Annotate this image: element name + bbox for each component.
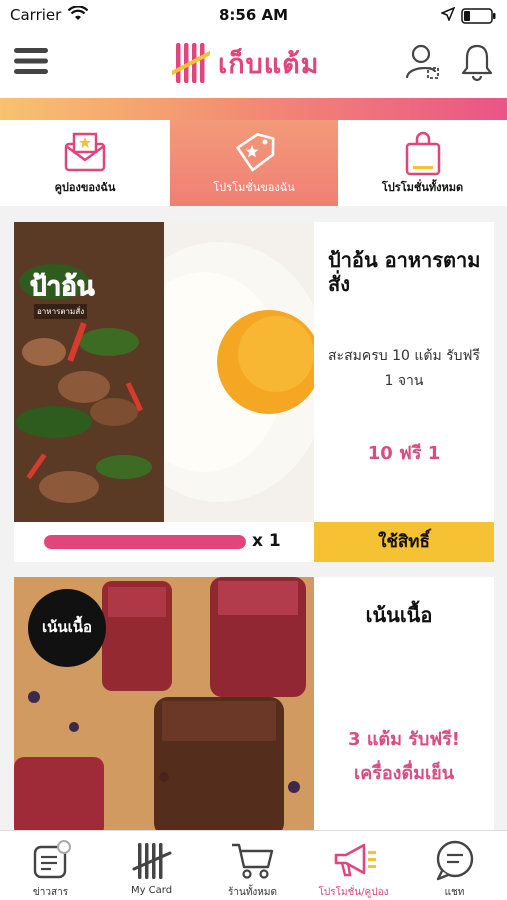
bottom-navigation: ข่าวสาร My Card ร้านทั้งหมด โปรโมชั่น/คู… — [0, 830, 507, 900]
tab-all-promotions-label: โปรโมชั่นทั้งหมด — [381, 181, 464, 194]
accent-strip — [0, 98, 507, 120]
drinks-photo: เน้นเนื้อ — [14, 577, 314, 837]
hamburger-menu-button[interactable] — [12, 44, 50, 78]
nav-news-label: ข่าวสาร — [32, 887, 69, 898]
app-header: เก็บแต้ม — [0, 30, 507, 98]
hamburger-icon — [14, 48, 48, 74]
app-name: เก็บแต้ม — [218, 48, 320, 80]
shop-name: ป้าอ้น อาหารตามสั่ง — [328, 248, 481, 296]
progress-bar — [44, 535, 246, 549]
tab-my-coupons-label: คูปองของฉัน — [54, 181, 116, 194]
tag-star-icon — [236, 133, 275, 172]
nav-news[interactable]: ข่าวสาร — [0, 831, 101, 900]
tab-my-promotions[interactable]: โปรโมชั่นของฉัน — [170, 120, 338, 206]
battery-icon — [461, 8, 496, 24]
promotion-description: 3 แต้ม รับฟรี! เครื่องดื่มเย็น — [314, 723, 494, 791]
nav-chat-label: แชท — [444, 887, 465, 898]
tally-logo-icon — [172, 43, 210, 83]
nav-promotions-label: โปรโมชั่น/คูปอง — [318, 887, 389, 898]
promo-tabs: คูปองของฉัน โปรโมชั่นของฉัน โปรโมชั่นทั้… — [0, 120, 507, 206]
shop-name: เน้นเนื้อ — [365, 603, 433, 627]
shopping-cart-icon — [231, 843, 273, 879]
nav-all-shops[interactable]: ร้านทั้งหมด — [202, 831, 303, 900]
nav-my-card[interactable]: My Card — [101, 831, 202, 900]
chat-icon — [436, 840, 473, 881]
megaphone-icon — [334, 843, 376, 877]
tab-my-promotions-label: โปรโมชั่นของฉัน — [213, 181, 295, 194]
user-profile-icon — [405, 44, 439, 79]
shop-logo-text: เน้นเนื้อ — [41, 618, 93, 636]
redeem-count: x 1 — [252, 531, 281, 551]
notifications-button[interactable] — [459, 42, 495, 82]
promotion-line-1: 3 แต้ม รับฟรี! — [348, 729, 460, 750]
shop-logo: ป้าอ้น อาหารตามสั่ง — [28, 244, 110, 324]
points-progress: x 1 — [14, 522, 314, 562]
shop-logo-subtext: อาหารตามสั่ง — [34, 304, 88, 319]
location-arrow-icon — [441, 7, 455, 21]
shop-logo-text: ป้าอ้น — [30, 272, 95, 303]
nav-promotions[interactable]: โปรโมชั่น/คูปอง — [303, 831, 404, 900]
nav-my-card-label: My Card — [130, 885, 173, 896]
tally-card-icon — [132, 843, 171, 879]
promotion-description: สะสมครบ 10 แต้ม รับฟรี 1 จาน — [328, 348, 480, 389]
redeem-button[interactable]: ใช้สิทธิ์ — [314, 522, 494, 562]
shop-logo: เน้นเนื้อ — [28, 589, 106, 667]
promotion-info: เน้นเนื้อ 3 แต้ม รับฟรี! เครื่องดื่มเย็น — [314, 577, 494, 791]
progress-fill — [44, 535, 246, 549]
bell-icon — [461, 44, 493, 82]
nav-all-shops-label: ร้านทั้งหมด — [228, 887, 277, 898]
promotion-line-2: เครื่องดื่มเย็น — [353, 763, 455, 784]
shopping-bag-icon — [405, 131, 440, 176]
nav-chat[interactable]: แชท — [404, 831, 505, 900]
tab-all-promotions[interactable]: โปรโมชั่นทั้งหมด — [338, 120, 507, 206]
clock: 8:56 AM — [218, 6, 289, 24]
coupon-envelope-icon — [64, 132, 106, 172]
app-logo: เก็บแต้ม — [172, 38, 319, 88]
news-icon — [33, 840, 71, 879]
tab-my-coupons[interactable]: คูปองของฉัน — [0, 120, 170, 206]
status-bar: Carrier 8:56 AM — [0, 0, 507, 30]
promotion-summary: 10 ฟรี 1 — [367, 443, 441, 464]
promotion-info: ป้าอ้น อาหารตามสั่ง สะสมครบ 10 แต้ม รับฟ… — [314, 222, 494, 467]
promotion-card[interactable]: เน้นเนื้อ เน้นเนื้อ 3 แต้ม รับฟรี! เครื่… — [14, 577, 494, 837]
profile-button[interactable] — [404, 42, 442, 82]
promotion-card[interactable]: ป้าอ้น อาหารตามสั่ง ป้าอ้น อาหารตามสั่ง … — [14, 222, 494, 562]
food-photo: ป้าอ้น อาหารตามสั่ง — [14, 222, 314, 522]
